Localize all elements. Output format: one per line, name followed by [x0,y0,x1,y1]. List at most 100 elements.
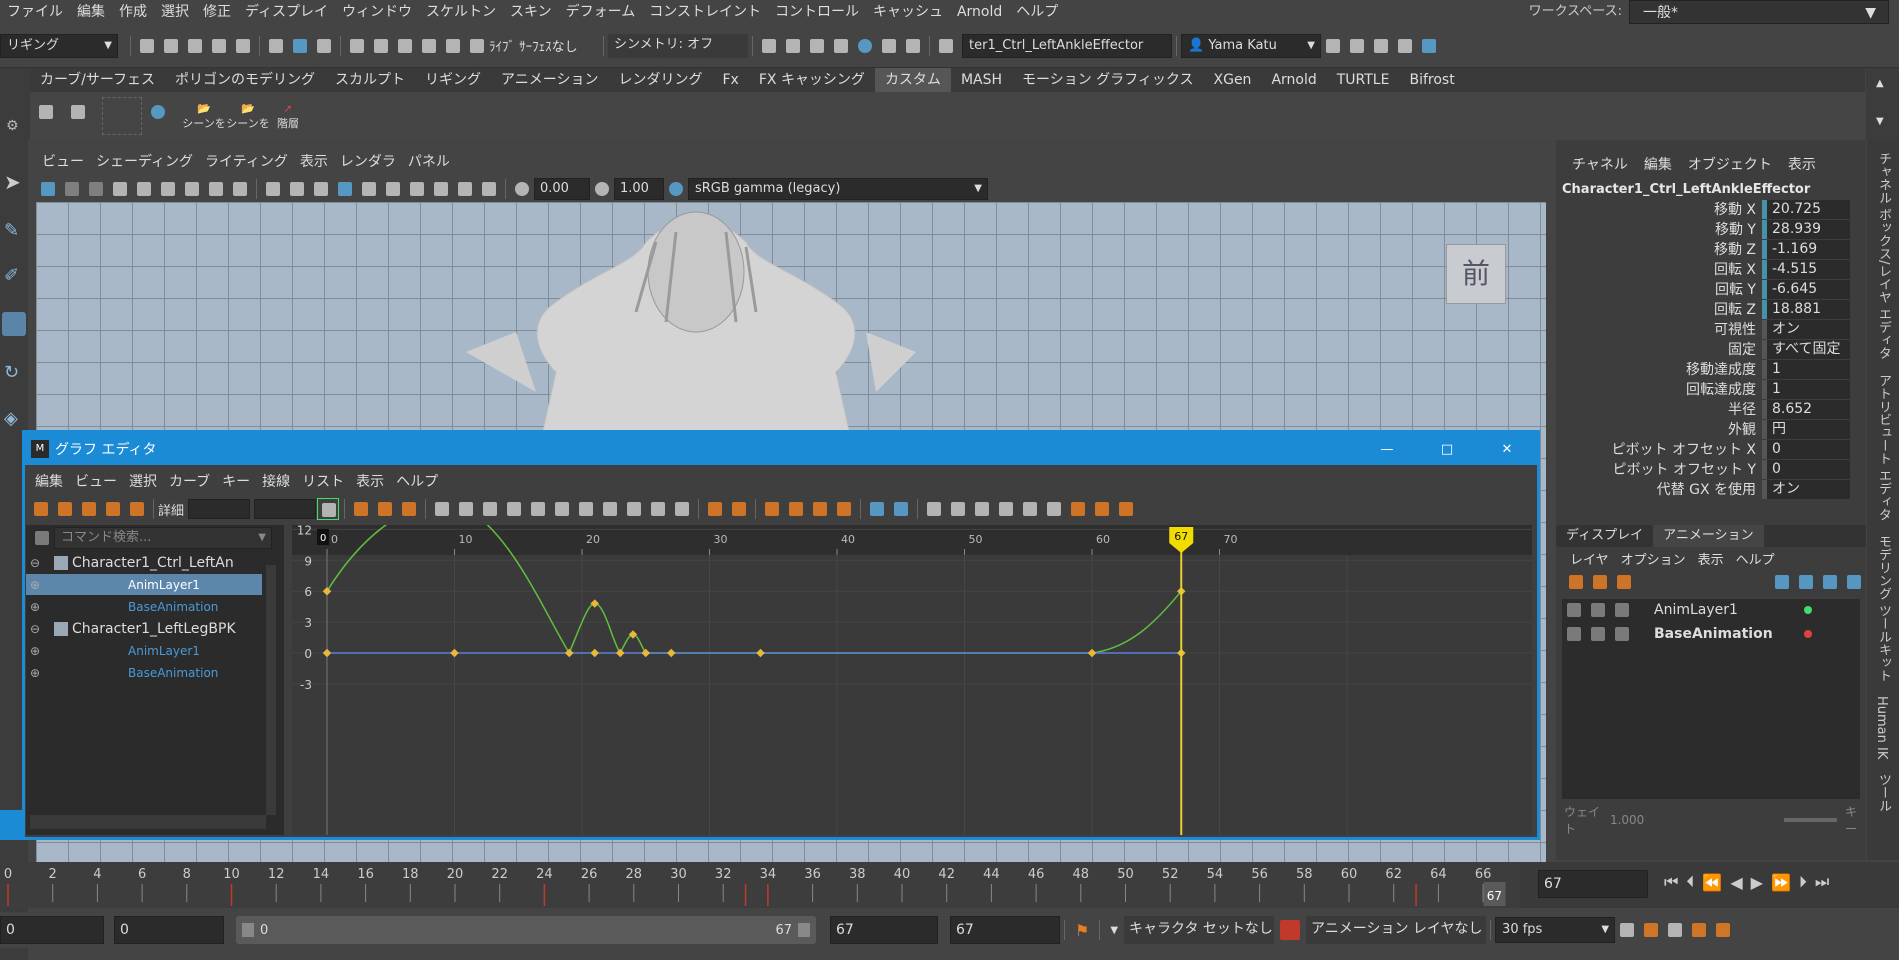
graph-menu-item[interactable]: ヘルプ [390,471,444,491]
shelf-button-1[interactable]: 📂 シーンを [182,102,226,131]
minimize-icon[interactable]: — [1357,442,1417,457]
side-tab[interactable]: モデリング ツールキット [1874,535,1893,682]
start-frame-field[interactable]: 0 [0,916,104,944]
undo-icon[interactable] [208,35,230,57]
open-scene-icon[interactable] [160,35,182,57]
channel-value[interactable]: -6.645 [1762,279,1850,299]
scale-tool-icon[interactable]: ◈ [4,408,18,429]
select-tool-icon[interactable]: ➤ [4,170,21,194]
ambient-occlusion-icon[interactable] [430,178,452,200]
resolution-gate-icon[interactable] [157,178,179,200]
lasso-tool-icon[interactable]: ✎ [4,220,19,241]
menu-item[interactable]: コントロール [768,0,866,24]
cache-playback-icon[interactable] [1640,919,1662,941]
new-layer-icon[interactable] [1565,571,1587,593]
play-forward-icon[interactable]: ▶ [1751,873,1763,892]
weight-slider[interactable] [1784,818,1837,822]
menu-item[interactable]: コンストレイント [642,0,768,24]
add-key-icon[interactable] [1819,571,1841,593]
expand-icon[interactable]: ⊕ [26,578,44,592]
channel-menu-item[interactable]: オブジェクト [1680,154,1780,174]
channel-row[interactable]: 回転 Y -6.645 [1556,279,1866,299]
viewport-menu-item[interactable]: 表示 [294,150,334,174]
shelf-tab[interactable]: カーブ/サーフェス [30,68,165,92]
lock-icon[interactable] [1563,623,1585,645]
time-snap-icon[interactable] [866,498,888,520]
channel-value[interactable]: オン [1762,479,1850,499]
play-backward-icon[interactable]: ◀ [1730,873,1742,892]
go-to-end-icon[interactable]: ⏭ [1815,872,1829,892]
menu-item[interactable]: スキン [503,0,559,24]
select-component-icon[interactable] [313,35,335,57]
paint-tool-icon[interactable]: ✐ [4,265,19,286]
channel-row[interactable]: 移動 X 20.725 [1556,199,1866,219]
field-chart-icon[interactable] [205,178,227,200]
time-ruler[interactable]: 0 2 4 6 8 10 12 14 16 18 20 22 24 26 28 30 32 34 36 38 40 42 4… [0,862,1520,908]
mute-icon[interactable] [1587,599,1609,621]
channel-row[interactable]: 移動 Z -1.169 [1556,239,1866,259]
go-to-start-icon[interactable]: ⏮ [1664,872,1678,892]
channel-row[interactable]: 移動 Y 28.939 [1556,219,1866,239]
channel-row[interactable]: 外観円 [1556,419,1866,439]
command-search-input[interactable]: コマンド検索... ▼ [54,527,272,549]
fps-dropdown[interactable]: 30 fps ▼ [1495,917,1616,943]
end-frame-field[interactable]: 67 [950,916,1060,944]
graph-menu-item[interactable]: ビュー [69,471,123,491]
shelf-tab[interactable]: Arnold [1261,68,1326,92]
channel-value[interactable]: -4.515 [1762,259,1850,279]
maximize-icon[interactable]: □ [1417,442,1477,457]
auto-key-icon[interactable]: ⚑ [1075,921,1089,940]
unify-tangent-icon[interactable] [623,498,645,520]
safe-action-icon[interactable] [229,178,251,200]
anim-prefs-icon[interactable] [1688,919,1710,941]
shelf-tab[interactable]: カスタム [874,68,951,92]
range-handle-right[interactable] [798,923,810,937]
ring-icon[interactable] [147,101,177,131]
expand-icon[interactable]: ⊕ [26,644,44,658]
move-tool-icon[interactable] [2,312,26,336]
wireframe-icon[interactable] [310,178,332,200]
collapse-icon[interactable]: ⊖ [26,556,44,570]
insert-key-icon[interactable] [54,498,76,520]
current-frame-field[interactable]: 67 [1538,870,1648,898]
shelf-tab[interactable]: アニメーション [491,68,608,92]
menu-item[interactable]: スケルトン [419,0,503,24]
shelf-tab[interactable]: XGen [1204,68,1262,92]
value-snap-icon[interactable] [890,498,912,520]
expand-icon[interactable]: ⊕ [26,666,44,680]
rotate-tool-icon[interactable]: ↻ [4,362,19,383]
chevron-down-icon[interactable]: ▼ [1110,925,1118,936]
post-infinity-icon[interactable] [728,498,750,520]
graph-plot[interactable]: 01020304050607015129630-3067 [292,493,1532,835]
new-layer-selected-icon[interactable] [1589,571,1611,593]
lock-icon[interactable] [1563,599,1585,621]
snap-point-icon[interactable] [394,35,416,57]
exposure-icon[interactable] [511,178,533,200]
modeling-toolkit-icon[interactable] [1322,35,1344,57]
hud-icon[interactable] [286,178,308,200]
graph-menu-item[interactable]: 表示 [350,471,390,491]
menu-item[interactable]: ウィンドウ [335,0,419,24]
xray-icon[interactable] [478,178,500,200]
lights-icon[interactable] [382,178,404,200]
stats-time-field[interactable] [188,499,251,519]
viewport-menu-item[interactable]: パネル [402,150,456,174]
tool-settings-icon[interactable] [1394,35,1416,57]
collapse-icon[interactable]: ⊖ [26,622,44,636]
shelf-tab[interactable]: レンダリング [609,68,713,92]
audio-icon[interactable] [1664,919,1686,941]
side-tab[interactable]: Human IK [1874,696,1889,759]
key-button[interactable]: キー [1845,803,1866,837]
filter-icon[interactable] [31,527,53,549]
channel-value[interactable]: 20.725 [1762,199,1850,219]
live-surface-label[interactable]: ﾗｲﾌﾞ ｻｰﾌｪｽなし [489,36,599,55]
auto-tangent-icon[interactable] [431,498,453,520]
shelf-tab[interactable]: FX キャッシング [749,68,875,92]
new-layer-override-icon[interactable] [1613,571,1635,593]
shelf-tab[interactable]: リギング [415,68,491,92]
snap-grid-icon[interactable] [346,35,368,57]
side-tab[interactable]: ツール [1874,773,1893,812]
ipr-render-icon[interactable] [806,35,828,57]
shelf-button-2[interactable]: 📂 シーンを [226,102,270,131]
channel-row[interactable]: 固定 すべて固定 [1556,339,1866,359]
